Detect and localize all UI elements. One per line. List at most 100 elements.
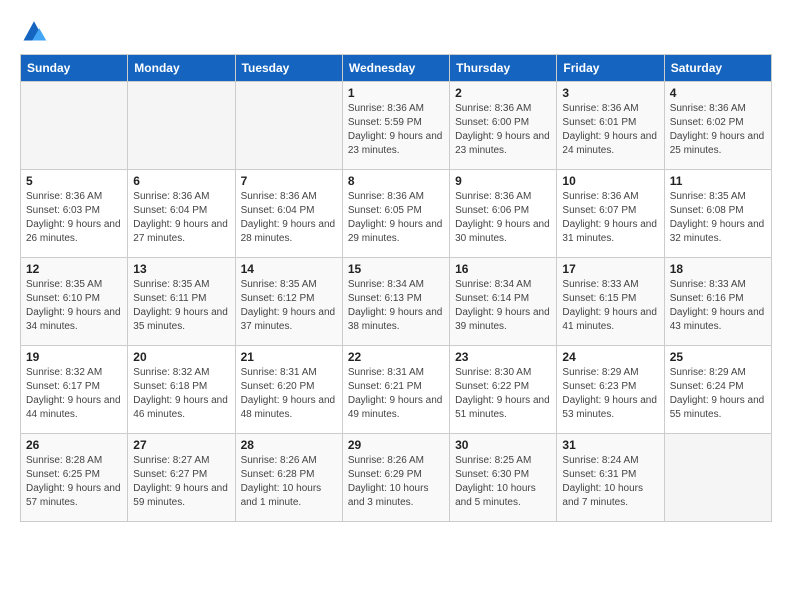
calendar-cell: 8 Sunrise: 8:36 AMSunset: 6:05 PMDaylight… [342, 170, 449, 258]
header [20, 16, 772, 44]
calendar-cell [21, 82, 128, 170]
day-info: Sunrise: 8:33 AMSunset: 6:15 PMDaylight:… [562, 278, 658, 334]
day-number: 29 [348, 438, 444, 452]
column-header-saturday: Saturday [664, 55, 771, 82]
day-info: Sunrise: 8:27 AMSunset: 6:27 PMDaylight:… [133, 454, 229, 510]
calendar-table: SundayMondayTuesdayWednesdayThursdayFrid… [20, 54, 772, 522]
day-info: Sunrise: 8:36 AMSunset: 5:59 PMDaylight:… [348, 102, 444, 158]
day-number: 20 [133, 350, 229, 364]
calendar-cell: 29Sunrise: 8:26 AMSunset: 6:29 PMDayligh… [342, 434, 449, 522]
day-info: Sunrise: 8:31 AMSunset: 6:21 PMDaylight:… [348, 366, 444, 422]
page: SundayMondayTuesdayWednesdayThursdayFrid… [0, 0, 792, 538]
day-number: 22 [348, 350, 444, 364]
day-number: 23 [455, 350, 551, 364]
calendar-week-1: 1 Sunrise: 8:36 AMSunset: 5:59 PMDaylight… [21, 82, 772, 170]
day-info: Sunrise: 8:36 AMSunset: 6:02 PMDaylight:… [670, 102, 766, 158]
day-number: 6 [133, 174, 229, 188]
calendar-cell: 18 Sunrise: 8:33 AMSunset: 6:16 PMDayligh… [664, 258, 771, 346]
day-info: Sunrise: 8:35 AMSunset: 6:08 PMDaylight:… [670, 190, 766, 246]
calendar-cell: 30Sunrise: 8:25 AMSunset: 6:30 PMDayligh… [450, 434, 557, 522]
day-info: Sunrise: 8:36 AMSunset: 6:04 PMDaylight:… [133, 190, 229, 246]
day-number: 1 [348, 86, 444, 100]
day-info: Sunrise: 8:36 AMSunset: 6:07 PMDaylight:… [562, 190, 658, 246]
calendar-header-row: SundayMondayTuesdayWednesdayThursdayFrid… [21, 55, 772, 82]
column-header-tuesday: Tuesday [235, 55, 342, 82]
calendar-week-3: 12Sunrise: 8:35 AMSunset: 6:10 PMDayligh… [21, 258, 772, 346]
calendar-cell: 26 Sunrise: 8:28 AMSunset: 6:25 PMDayligh… [21, 434, 128, 522]
calendar-cell: 12Sunrise: 8:35 AMSunset: 6:10 PMDayligh… [21, 258, 128, 346]
calendar-cell: 17Sunrise: 8:33 AMSunset: 6:15 PMDayligh… [557, 258, 664, 346]
day-number: 13 [133, 262, 229, 276]
day-info: Sunrise: 8:33 AMSunset: 6:16 PMDaylight:… [670, 278, 766, 334]
column-header-wednesday: Wednesday [342, 55, 449, 82]
day-number: 27 [133, 438, 229, 452]
calendar-cell: 31Sunrise: 8:24 AMSunset: 6:31 PMDayligh… [557, 434, 664, 522]
day-info: Sunrise: 8:35 AMSunset: 6:11 PMDaylight:… [133, 278, 229, 334]
calendar-cell [235, 82, 342, 170]
day-number: 7 [241, 174, 337, 188]
column-header-sunday: Sunday [21, 55, 128, 82]
day-number: 15 [348, 262, 444, 276]
column-header-monday: Monday [128, 55, 235, 82]
calendar-cell: 3 Sunrise: 8:36 AMSunset: 6:01 PMDaylight… [557, 82, 664, 170]
calendar-cell: 22 Sunrise: 8:31 AMSunset: 6:21 PMDayligh… [342, 346, 449, 434]
calendar-cell: 2Sunrise: 8:36 AMSunset: 6:00 PMDaylight… [450, 82, 557, 170]
day-number: 5 [26, 174, 122, 188]
calendar-cell: 20 Sunrise: 8:32 AMSunset: 6:18 PMDayligh… [128, 346, 235, 434]
calendar-cell: 6 Sunrise: 8:36 AMSunset: 6:04 PMDaylight… [128, 170, 235, 258]
calendar-week-2: 5Sunrise: 8:36 AMSunset: 6:03 PMDaylight… [21, 170, 772, 258]
day-info: Sunrise: 8:34 AMSunset: 6:13 PMDaylight:… [348, 278, 444, 334]
calendar-cell: 11Sunrise: 8:35 AMSunset: 6:08 PMDayligh… [664, 170, 771, 258]
day-info: Sunrise: 8:36 AMSunset: 6:05 PMDaylight:… [348, 190, 444, 246]
day-info: Sunrise: 8:36 AMSunset: 6:01 PMDaylight:… [562, 102, 658, 158]
day-number: 3 [562, 86, 658, 100]
day-number: 10 [562, 174, 658, 188]
day-info: Sunrise: 8:24 AMSunset: 6:31 PMDaylight:… [562, 454, 658, 510]
day-info: Sunrise: 8:32 AMSunset: 6:18 PMDaylight:… [133, 366, 229, 422]
day-info: Sunrise: 8:36 AMSunset: 6:06 PMDaylight:… [455, 190, 551, 246]
day-info: Sunrise: 8:25 AMSunset: 6:30 PMDaylight:… [455, 454, 551, 510]
day-info: Sunrise: 8:29 AMSunset: 6:23 PMDaylight:… [562, 366, 658, 422]
day-number: 16 [455, 262, 551, 276]
calendar-cell: 5Sunrise: 8:36 AMSunset: 6:03 PMDaylight… [21, 170, 128, 258]
day-info: Sunrise: 8:30 AMSunset: 6:22 PMDaylight:… [455, 366, 551, 422]
calendar-cell: 9 Sunrise: 8:36 AMSunset: 6:06 PMDaylight… [450, 170, 557, 258]
day-info: Sunrise: 8:36 AMSunset: 6:04 PMDaylight:… [241, 190, 337, 246]
calendar-cell: 4 Sunrise: 8:36 AMSunset: 6:02 PMDaylight… [664, 82, 771, 170]
calendar-cell [664, 434, 771, 522]
day-info: Sunrise: 8:31 AMSunset: 6:20 PMDaylight:… [241, 366, 337, 422]
day-number: 24 [562, 350, 658, 364]
calendar-cell: 16 Sunrise: 8:34 AMSunset: 6:14 PMDayligh… [450, 258, 557, 346]
calendar-cell: 21Sunrise: 8:31 AMSunset: 6:20 PMDayligh… [235, 346, 342, 434]
day-number: 18 [670, 262, 766, 276]
day-number: 4 [670, 86, 766, 100]
day-info: Sunrise: 8:34 AMSunset: 6:14 PMDaylight:… [455, 278, 551, 334]
calendar-cell: 13 Sunrise: 8:35 AMSunset: 6:11 PMDayligh… [128, 258, 235, 346]
calendar-cell: 23 Sunrise: 8:30 AMSunset: 6:22 PMDayligh… [450, 346, 557, 434]
day-number: 9 [455, 174, 551, 188]
day-number: 8 [348, 174, 444, 188]
day-info: Sunrise: 8:35 AMSunset: 6:12 PMDaylight:… [241, 278, 337, 334]
calendar-cell: 27 Sunrise: 8:27 AMSunset: 6:27 PMDayligh… [128, 434, 235, 522]
calendar-cell: 19 Sunrise: 8:32 AMSunset: 6:17 PMDayligh… [21, 346, 128, 434]
calendar-cell: 28 Sunrise: 8:26 AMSunset: 6:28 PMDayligh… [235, 434, 342, 522]
calendar-cell: 14 Sunrise: 8:35 AMSunset: 6:12 PMDayligh… [235, 258, 342, 346]
day-info: Sunrise: 8:28 AMSunset: 6:25 PMDaylight:… [26, 454, 122, 510]
day-number: 28 [241, 438, 337, 452]
day-number: 19 [26, 350, 122, 364]
day-info: Sunrise: 8:29 AMSunset: 6:24 PMDaylight:… [670, 366, 766, 422]
day-info: Sunrise: 8:36 AMSunset: 6:00 PMDaylight:… [455, 102, 551, 158]
day-info: Sunrise: 8:32 AMSunset: 6:17 PMDaylight:… [26, 366, 122, 422]
day-number: 26 [26, 438, 122, 452]
calendar-cell: 7 Sunrise: 8:36 AMSunset: 6:04 PMDaylight… [235, 170, 342, 258]
calendar-cell: 15 Sunrise: 8:34 AMSunset: 6:13 PMDayligh… [342, 258, 449, 346]
calendar-cell: 25Sunrise: 8:29 AMSunset: 6:24 PMDayligh… [664, 346, 771, 434]
logo [20, 16, 52, 44]
day-info: Sunrise: 8:26 AMSunset: 6:28 PMDaylight:… [241, 454, 337, 510]
day-number: 14 [241, 262, 337, 276]
calendar-cell [128, 82, 235, 170]
calendar-week-4: 19 Sunrise: 8:32 AMSunset: 6:17 PMDayligh… [21, 346, 772, 434]
calendar-week-5: 26 Sunrise: 8:28 AMSunset: 6:25 PMDayligh… [21, 434, 772, 522]
logo-icon [20, 16, 48, 44]
day-info: Sunrise: 8:35 AMSunset: 6:10 PMDaylight:… [26, 278, 122, 334]
